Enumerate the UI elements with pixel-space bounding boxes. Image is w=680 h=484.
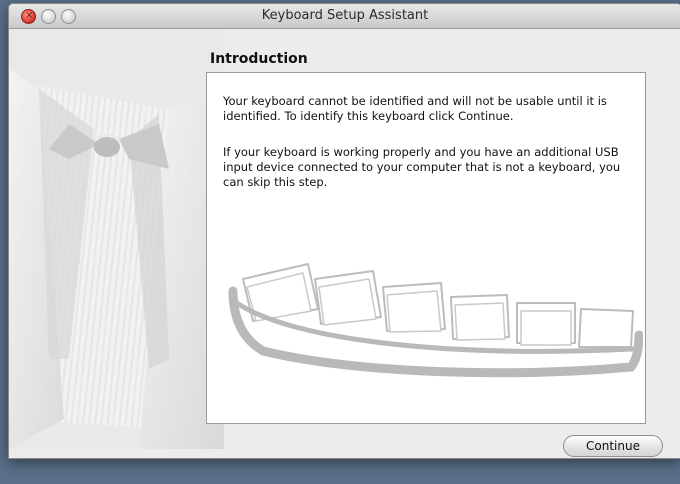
skip-paragraph: If your keyboard is working properly and… bbox=[223, 145, 621, 189]
page-heading: Introduction bbox=[210, 51, 308, 67]
continue-button[interactable]: Continue bbox=[563, 435, 663, 457]
title-bar[interactable]: × Keyboard Setup Assistant bbox=[9, 4, 680, 29]
window-title: Keyboard Setup Assistant bbox=[261, 8, 429, 23]
setup-assistant-window: × Keyboard Setup Assistant Introduction bbox=[8, 3, 680, 459]
tuxedo-bowtie-illustration bbox=[9, 29, 224, 449]
keyboard-icon bbox=[228, 263, 643, 378]
content-box: Your keyboard cannot be identified and w… bbox=[206, 72, 646, 424]
intro-paragraph: Your keyboard cannot be identified and w… bbox=[223, 94, 607, 123]
